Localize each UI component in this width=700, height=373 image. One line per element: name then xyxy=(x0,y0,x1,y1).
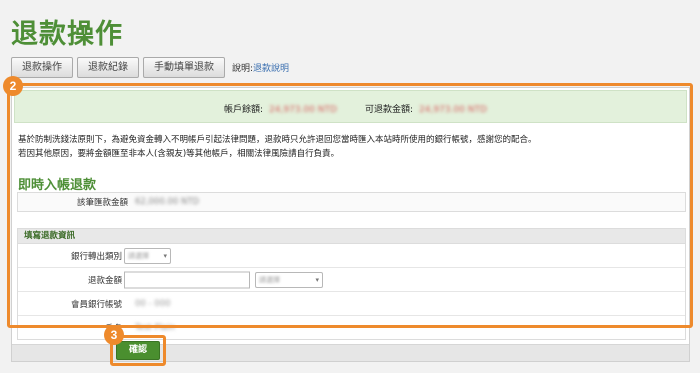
refund-amount-row: 退款金額 請選擇 ▾ xyxy=(18,268,685,292)
refundable-amount: 可退款金額: 24,973.00 NTD xyxy=(365,102,487,115)
refund-amount-label: 退款金額 xyxy=(87,275,122,286)
account-balance-value: 24,973.00 NTD xyxy=(269,105,337,115)
bank-account-label: 會員銀行帳號 xyxy=(70,299,122,310)
remittance-amount-label: 該筆匯款金額 xyxy=(76,198,128,208)
chevron-down-icon: ▾ xyxy=(315,275,319,284)
description-prefix: 說明: xyxy=(232,64,254,74)
refund-info-form: 填寫退款資訊 銀行轉出類別 請選擇 ▾ 退款金額 請選擇 ▾ 會員銀行帳號 00… xyxy=(17,228,686,340)
currency-select[interactable]: 請選擇 ▾ xyxy=(255,271,323,288)
bank-category-placeholder: 請選擇 xyxy=(128,251,149,260)
bank-account-row: 會員銀行帳號 00 - 000 xyxy=(18,292,685,316)
notice-line-1: 基於防制洗錢法原則下，為避免資金轉入不明帳戶引起法律問題，退款時只允許退回您當時… xyxy=(18,135,537,145)
refund-help-link[interactable]: 退款說明 xyxy=(253,64,289,74)
account-balance: 帳戶餘額: 24,973.00 NTD xyxy=(224,102,337,115)
tab-bar: 退款操作 退款紀錄 手動填單退款 說明:退款說明 xyxy=(11,57,289,78)
step-2-badge: 2 xyxy=(3,76,23,96)
chevron-down-icon: ▾ xyxy=(163,251,167,260)
tab-refund-records[interactable]: 退款紀錄 xyxy=(77,57,139,78)
remittance-amount-value: 62,000.00 NTD xyxy=(135,197,200,207)
bank-category-row: 銀行轉出類別 請選擇 ▾ xyxy=(18,244,685,268)
currency-placeholder: 請選擇 xyxy=(259,275,280,284)
tab-manual-refund[interactable]: 手動填單退款 xyxy=(143,57,225,78)
account-balance-label: 帳戶餘額: xyxy=(224,105,264,115)
tab-refund-operation[interactable]: 退款操作 xyxy=(11,57,73,78)
bank-account-value: 00 - 000 xyxy=(135,298,171,309)
notice-line-2: 若因其他原因，要將金額匯至非本人(含親友)等其他帳戶，相關法律風險請自行負責。 xyxy=(18,149,340,159)
confirm-button[interactable]: 確認 xyxy=(116,341,160,360)
refundable-amount-value: 24,973.00 NTD xyxy=(419,105,487,115)
description: 說明:退款說明 xyxy=(232,61,289,74)
refund-amount-input[interactable] xyxy=(124,271,250,288)
step-3-badge: 3 xyxy=(104,325,124,345)
notice-text: 基於防制洗錢法原則下，為避免資金轉入不明帳戶引起法律問題，退款時只允許退回您當時… xyxy=(18,133,683,161)
refund-panel: 帳戶餘額: 24,973.00 NTD 可退款金額: 24,973.00 NTD 基… xyxy=(11,87,690,362)
remittance-amount-row: 該筆匯款金額 62,000.00 NTD xyxy=(17,192,686,212)
instant-refund-title: 即時入帳退款 xyxy=(18,178,97,193)
refundable-amount-label: 可退款金額: xyxy=(365,105,414,115)
page-title: 退款操作 xyxy=(11,19,123,50)
bank-category-label: 銀行轉出類別 xyxy=(70,251,122,262)
bank-category-select[interactable]: 請選擇 ▾ xyxy=(124,247,171,264)
account-holder-value: Test Plain xyxy=(135,323,175,333)
form-title: 填寫退款資訊 xyxy=(18,229,685,244)
balance-bar: 帳戶餘額: 24,973.00 NTD 可退款金額: 24,973.00 NTD xyxy=(14,90,687,123)
